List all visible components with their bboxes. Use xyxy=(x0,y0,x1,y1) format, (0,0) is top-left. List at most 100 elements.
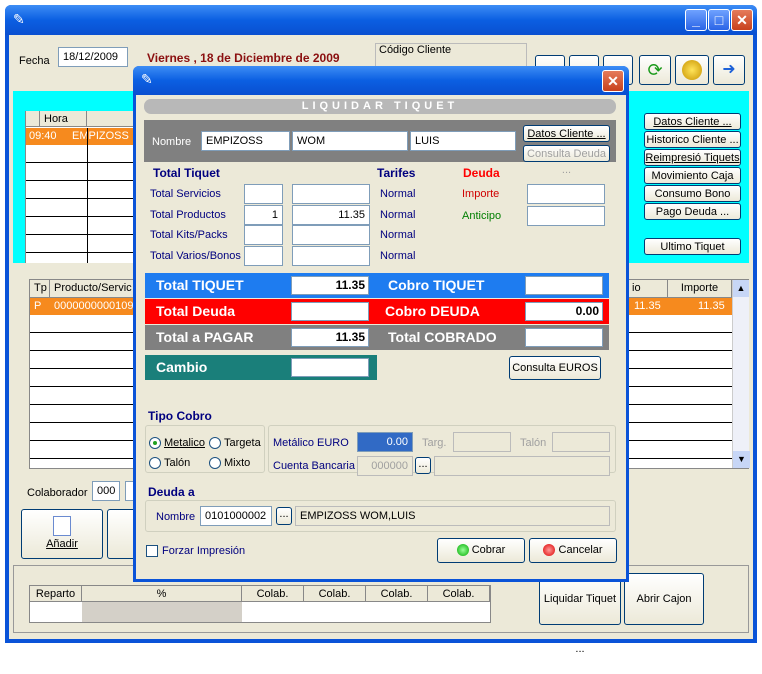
talon-radio[interactable] xyxy=(149,457,161,469)
cobro-tiquet-label: Cobro TIQUET xyxy=(388,277,485,293)
metalico-euro-input[interactable]: 0.00 xyxy=(357,432,413,452)
scroll-up-icon[interactable]: ▲ xyxy=(733,280,749,297)
dialog-close-button[interactable]: ✕ xyxy=(602,70,624,92)
fecha-input[interactable]: 18/12/2009 xyxy=(58,47,128,67)
cobrar-button[interactable]: Cobrar xyxy=(437,538,525,563)
colab-header-1: Colab. xyxy=(242,586,304,602)
cuenta-name-input[interactable] xyxy=(434,456,610,476)
reparto-header: Reparto xyxy=(30,586,82,602)
cobro-deuda-value[interactable]: 0.00 xyxy=(525,302,603,321)
anticipo-input[interactable] xyxy=(527,206,605,226)
movimiento-caja-button[interactable]: Movimiento Caja xyxy=(644,167,741,184)
appt-header-hora: Hora xyxy=(40,111,87,127)
fecha-label: Fecha xyxy=(19,55,50,67)
total-pagar-label: Total a PAGAR xyxy=(156,329,254,345)
servicios-qty[interactable] xyxy=(244,184,283,204)
maximize-button[interactable]: □ xyxy=(708,9,730,31)
ultimo-tiquet-button[interactable]: Ultimo Tiquet xyxy=(644,238,741,255)
nombre-first[interactable]: EMPIZOSS xyxy=(201,131,290,151)
scroll-down-icon[interactable]: ▼ xyxy=(733,451,750,468)
prod-header-tp: Tp xyxy=(30,280,50,298)
forzar-checkbox[interactable] xyxy=(146,545,158,557)
colaborador-input[interactable]: 000 xyxy=(92,481,120,501)
cobro-tiquet-value[interactable] xyxy=(525,276,603,295)
cuenta-browse-button[interactable]: ... xyxy=(415,457,431,474)
cambio-label: Cambio xyxy=(156,359,208,375)
close-button[interactable]: ✕ xyxy=(731,9,753,31)
new-item-icon xyxy=(53,516,71,536)
consulta-euros-button[interactable]: Consulta EUROS xyxy=(509,356,601,380)
total-tiquet-value[interactable]: 11.35 xyxy=(291,276,369,295)
appointment-row[interactable]: 09:40 EMPIZOSS xyxy=(26,128,136,145)
dialog-datos-cliente-button[interactable]: Datos Cliente ... xyxy=(523,125,610,142)
total-cobrado-value[interactable] xyxy=(525,328,603,347)
prod-code: 0000000000109 xyxy=(54,300,134,312)
nombre-second[interactable]: WOM xyxy=(292,131,408,151)
talon-label[interactable]: Talón xyxy=(164,457,190,469)
historico-cliente-button[interactable]: Historico Cliente ... xyxy=(644,131,741,148)
coins-button[interactable] xyxy=(675,55,709,85)
consulta-deuda-button[interactable]: Consulta Deuda ... xyxy=(523,145,610,176)
targeta-label[interactable]: Targeta xyxy=(224,437,261,449)
targeta-radio[interactable] xyxy=(209,437,221,449)
cancelar-label: Cancelar xyxy=(558,544,603,556)
talon-input[interactable] xyxy=(552,432,610,452)
total-pagar-band: Total a PAGAR 11.35 Total COBRADO xyxy=(145,325,609,350)
minimize-button[interactable]: _ xyxy=(685,9,707,31)
total-pagar-value[interactable]: 11.35 xyxy=(291,328,369,347)
refresh-button[interactable]: ⟳ xyxy=(639,55,671,85)
varios-qty[interactable] xyxy=(244,246,283,266)
dialog-banner: LIQUIDAR TIQUET xyxy=(144,99,616,114)
nombre-label: Nombre xyxy=(152,136,192,148)
productos-tarifa: Normal xyxy=(380,209,416,221)
anadir-label: Añadir xyxy=(46,538,78,550)
metalico-label[interactable]: Metalico xyxy=(164,437,205,449)
appt-grid-lines xyxy=(26,145,136,263)
app-icon: ✎ xyxy=(13,11,25,27)
next-button[interactable]: ➜ xyxy=(713,55,745,85)
abrir-cajon-button[interactable]: Abrir Cajon xyxy=(624,573,704,625)
varios-tarifa: Normal xyxy=(380,250,416,262)
mixto-radio[interactable] xyxy=(209,457,221,469)
reparto-row[interactable] xyxy=(82,602,242,622)
total-tiquet-band: Total TIQUET 11.35 Cobro TIQUET xyxy=(145,273,609,298)
servicios-amount[interactable] xyxy=(292,184,370,204)
importe-label: Importe xyxy=(462,188,500,200)
prod-header-precio: io xyxy=(628,280,668,298)
productos-qty[interactable]: 1 xyxy=(244,205,283,225)
prod-scrollbar[interactable]: ▲ ▼ xyxy=(732,280,750,468)
cancelar-button[interactable]: Cancelar xyxy=(529,538,617,563)
total-deuda-value[interactable] xyxy=(291,302,369,321)
cambio-band: Cambio xyxy=(145,355,377,380)
kits-qty[interactable] xyxy=(244,225,283,245)
deuda-code-input[interactable]: 0101000002 xyxy=(200,506,272,526)
varios-amount[interactable] xyxy=(292,246,370,266)
mixto-label[interactable]: Mixto xyxy=(224,457,250,469)
cuenta-bancaria-label: Cuenta Bancaria xyxy=(273,460,355,472)
nombre-third[interactable]: LUIS xyxy=(410,131,516,151)
cobro-deuda-label: Cobro DEUDA xyxy=(385,303,480,319)
anadir-button[interactable]: Añadir xyxy=(21,509,103,559)
importe-input[interactable] xyxy=(527,184,605,204)
colab-header-3: Colab. xyxy=(366,586,428,602)
appt-cliente: EMPIZOSS xyxy=(72,130,129,142)
pago-deuda-button[interactable]: Pago Deuda ... xyxy=(644,203,741,220)
total-deuda-label: Total Deuda xyxy=(156,303,236,319)
reimpresion-tiquets-button[interactable]: Reimpresió Tiquets xyxy=(644,149,741,166)
productos-amount[interactable]: 11.35 xyxy=(292,205,370,225)
datos-cliente-button[interactable]: Datos Cliente ... xyxy=(644,113,741,130)
metalico-radio[interactable] xyxy=(149,437,161,449)
consumo-bono-button[interactable]: Consumo Bono xyxy=(644,185,741,202)
deuda-browse-button[interactable]: ... xyxy=(276,507,292,525)
targ-input[interactable] xyxy=(453,432,511,452)
targ-label: Targ. xyxy=(422,437,447,449)
kits-amount[interactable] xyxy=(292,225,370,245)
total-tiquet-label: Total TIQUET xyxy=(156,277,244,293)
total-cobrado-label: Total COBRADO xyxy=(388,329,497,345)
cuenta-bancaria-input[interactable]: 000000 xyxy=(357,456,413,476)
deuda-nombre-label: Nombre xyxy=(156,511,196,523)
deuda-name-input[interactable]: EMPIZOSS WOM,LUIS xyxy=(295,506,610,526)
dialog-body: LIQUIDAR TIQUET Nombre EMPIZOSS WOM LUIS… xyxy=(136,95,626,579)
forzar-label[interactable]: Forzar Impresión xyxy=(162,545,245,557)
cambio-value[interactable] xyxy=(291,358,369,377)
